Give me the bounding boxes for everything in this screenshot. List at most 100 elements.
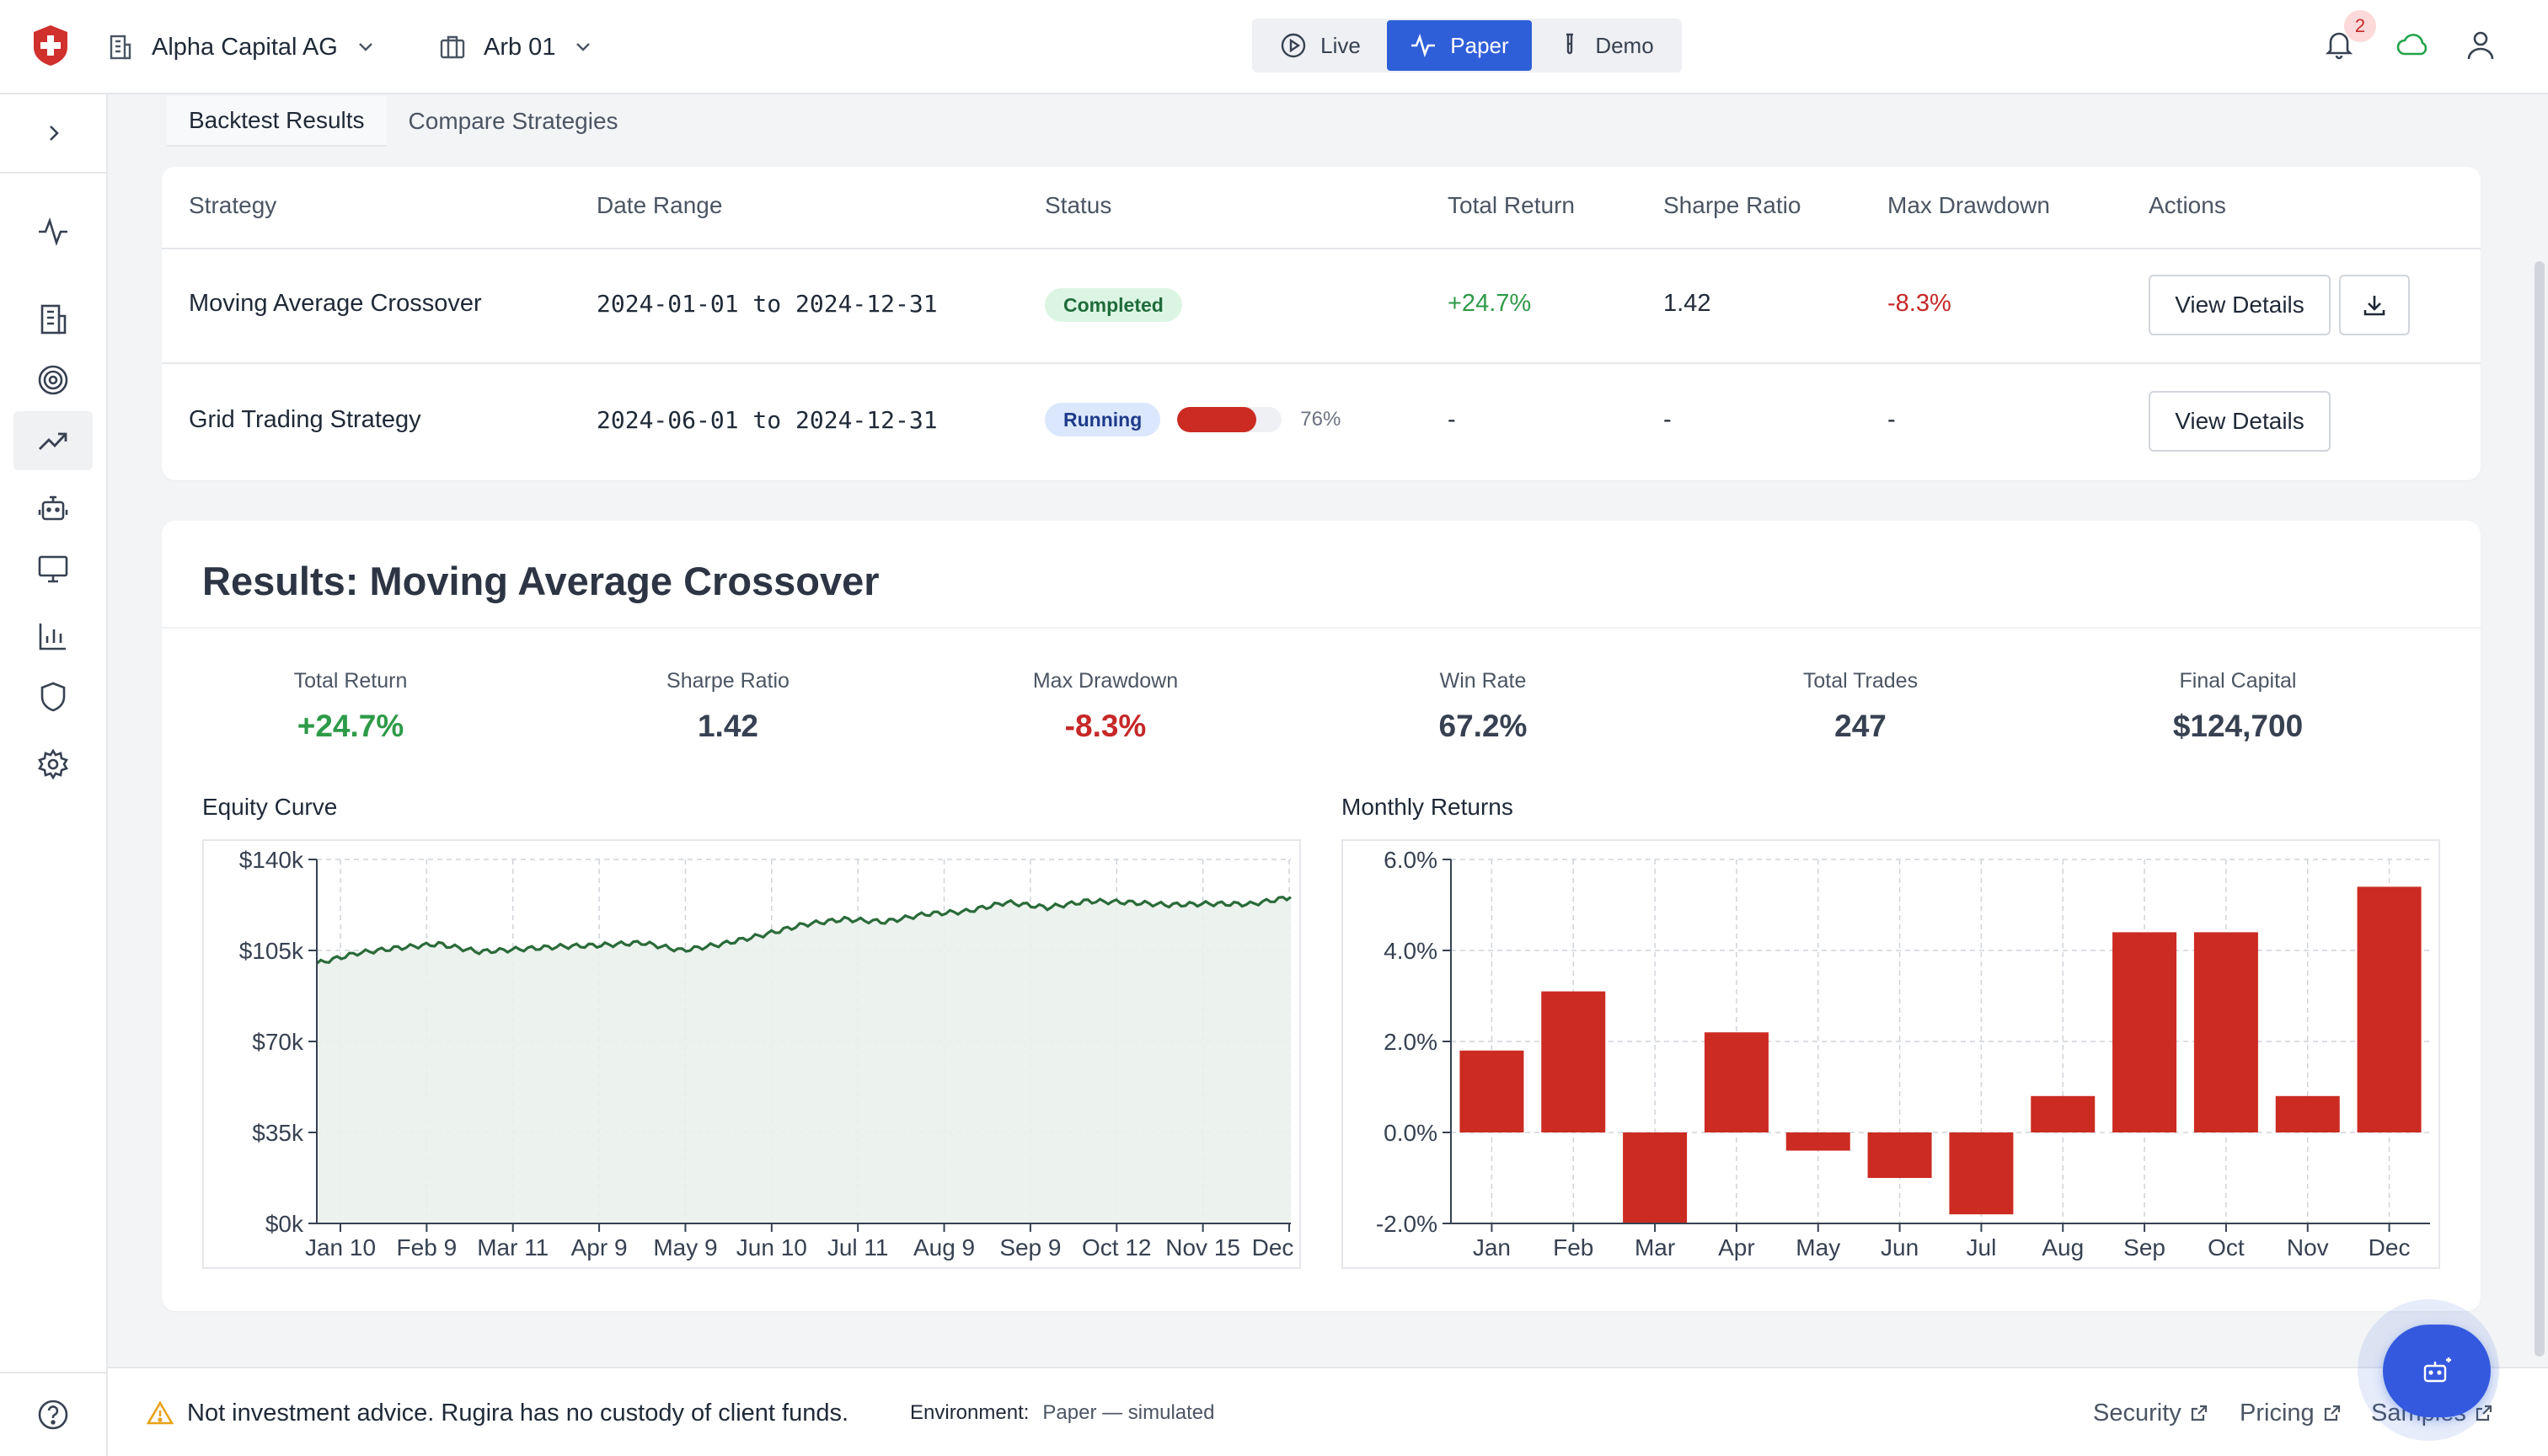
sidebar-item-activity[interactable] xyxy=(13,202,93,261)
sharpe-ratio: - xyxy=(1663,406,1672,433)
sidebar-item-bots[interactable] xyxy=(13,479,93,538)
x-tick-label: Aug 9 xyxy=(913,1234,975,1261)
stat-final-capital: Final Capital $124,700 xyxy=(2049,669,2427,744)
status-badge: Running xyxy=(1045,403,1161,436)
stat-label: Win Rate xyxy=(1439,669,1527,693)
footer-link-pricing[interactable]: Pricing xyxy=(2240,1368,2342,1456)
mode-demo-button[interactable]: Demo xyxy=(1532,20,1680,71)
x-tick-label: Jul 11 xyxy=(827,1234,889,1261)
results-title: Results: Moving Average Crossover xyxy=(202,559,880,603)
disclaimer: Not investment advice. Rugira has no cus… xyxy=(147,1368,848,1456)
building-icon xyxy=(110,35,131,60)
external-link-icon xyxy=(2191,1405,2207,1421)
column-header: Status xyxy=(1045,192,1112,218)
chevron-right-icon xyxy=(50,126,59,141)
sidebar-item-monitor[interactable] xyxy=(13,539,93,598)
download-icon xyxy=(2363,296,2385,316)
warning-icon xyxy=(147,1400,174,1425)
bar xyxy=(1459,1050,1524,1132)
equity-curve-svg: $0k $35k $70k $105k $140k Jan 10 Feb 9 Mar 11 Ap… xyxy=(239,847,1299,1261)
disclaimer-text: Not investment advice. Rugira has no cus… xyxy=(187,1399,849,1427)
app-logo[interactable] xyxy=(30,24,71,67)
bar xyxy=(1623,1132,1688,1223)
backtest-table: Strategy Date Range Status Total Return … xyxy=(162,167,2481,480)
stat-value: -8.3% xyxy=(1064,709,1147,743)
activity-icon xyxy=(1411,34,1436,57)
y-tick-label: 0.0% xyxy=(1384,1120,1437,1146)
stat-value: 1.42 xyxy=(697,709,758,743)
sidebar-expand-button[interactable] xyxy=(0,94,106,174)
x-tick-label: Dec xyxy=(2369,1234,2411,1261)
sidebar-item-targets[interactable] xyxy=(13,351,93,410)
help-button[interactable] xyxy=(0,1372,106,1456)
tab-compare-strategies[interactable]: Compare Strategies xyxy=(387,96,640,147)
column-header: Actions xyxy=(2149,192,2226,218)
scrollbar[interactable] xyxy=(2535,261,2545,1357)
account-selector[interactable]: Arb 01 xyxy=(438,25,594,69)
monthly-returns-svg: -2.0% 0.0% 2.0% 4.0% 6.0% Jan Feb Mar Apr May Jun J… xyxy=(1376,847,2430,1261)
cloud-status-button[interactable] xyxy=(2396,30,2430,59)
stat-value: +24.7% xyxy=(297,709,404,743)
max-drawdown: - xyxy=(1887,406,1896,433)
mode-paper-button[interactable]: Paper xyxy=(1387,20,1532,71)
user-icon xyxy=(2467,31,2494,60)
x-tick-label: Jul xyxy=(1967,1234,1997,1261)
environment-info: Environment: Paper — simulated xyxy=(910,1368,1215,1456)
view-details-button[interactable]: View Details xyxy=(2149,275,2331,335)
x-tick-label: Aug xyxy=(2042,1234,2084,1261)
column-header: Total Return xyxy=(1448,192,1575,218)
trending-up-icon xyxy=(39,432,67,450)
bar xyxy=(1949,1132,2014,1215)
org-name: Alpha Capital AG xyxy=(152,33,338,61)
sidebar-item-accounts[interactable] xyxy=(13,290,93,349)
org-selector[interactable]: Alpha Capital AG xyxy=(106,25,377,69)
stat-total-return: Total Return +24.7% xyxy=(162,669,539,744)
y-tick-label: $35k xyxy=(252,1120,304,1146)
footer-link-security[interactable]: Security xyxy=(2093,1368,2208,1456)
sidebar-item-backtests[interactable] xyxy=(13,411,93,470)
play-circle-icon xyxy=(1281,33,1306,58)
results-panel: Results: Moving Average Crossover Total … xyxy=(162,521,2481,1311)
sidebar-item-analytics[interactable] xyxy=(13,607,93,666)
download-button[interactable] xyxy=(2339,275,2410,335)
x-tick-label: Mar xyxy=(1635,1234,1675,1261)
x-tick-label: Sep xyxy=(2123,1234,2165,1261)
bar xyxy=(1541,991,1606,1132)
environment-value: Paper — simulated xyxy=(1042,1401,1215,1424)
y-tick-label: 2.0% xyxy=(1384,1029,1437,1055)
column-header: Max Drawdown xyxy=(1887,192,2050,218)
stat-label: Max Drawdown xyxy=(1032,669,1179,693)
bar xyxy=(2357,886,2422,1132)
bot-icon xyxy=(38,495,68,521)
stat-label: Total Trades xyxy=(1802,669,1919,693)
mode-live-button[interactable]: Live xyxy=(1254,20,1387,71)
tab-backtest-results[interactable]: Backtest Results xyxy=(167,96,387,147)
y-tick-label: $70k xyxy=(252,1029,304,1055)
bar-chart-icon xyxy=(39,624,66,650)
bar xyxy=(2193,932,2258,1132)
strategy-name: Grid Trading Strategy xyxy=(189,406,421,433)
x-tick-label: May xyxy=(1796,1234,1840,1261)
view-details-button[interactable]: View Details xyxy=(2149,391,2331,452)
strategy-name: Moving Average Crossover xyxy=(189,290,482,317)
bot-sparkle-icon xyxy=(2423,1357,2451,1383)
y-tick-label: -2.0% xyxy=(1376,1211,1437,1237)
account-name: Arb 01 xyxy=(484,33,556,61)
date-range: 2024-01-01 to 2024-12-31 xyxy=(597,290,938,318)
y-tick-label: 6.0% xyxy=(1384,847,1437,873)
sidebar-item-settings[interactable] xyxy=(13,735,93,794)
top-bar: Alpha Capital AG Arb 01 Live Paper Demo … xyxy=(0,0,2548,94)
ai-assistant-button[interactable] xyxy=(2383,1325,2491,1417)
equity-area xyxy=(317,897,1291,1223)
mode-switcher: Live Paper Demo xyxy=(1252,19,1682,72)
x-tick-label: Feb 9 xyxy=(397,1234,458,1261)
sidebar-item-security[interactable] xyxy=(13,667,93,726)
x-tick-label: Jun xyxy=(1881,1234,1919,1261)
progress-label: 76% xyxy=(1300,408,1341,431)
column-header: Sharpe Ratio xyxy=(1663,192,1801,218)
stat-value: 67.2% xyxy=(1438,709,1528,743)
y-tick-label: $140k xyxy=(239,847,304,873)
user-menu-button[interactable] xyxy=(2465,29,2496,61)
notification-count-badge: 2 xyxy=(2344,10,2376,42)
y-tick-label: 4.0% xyxy=(1384,938,1437,964)
